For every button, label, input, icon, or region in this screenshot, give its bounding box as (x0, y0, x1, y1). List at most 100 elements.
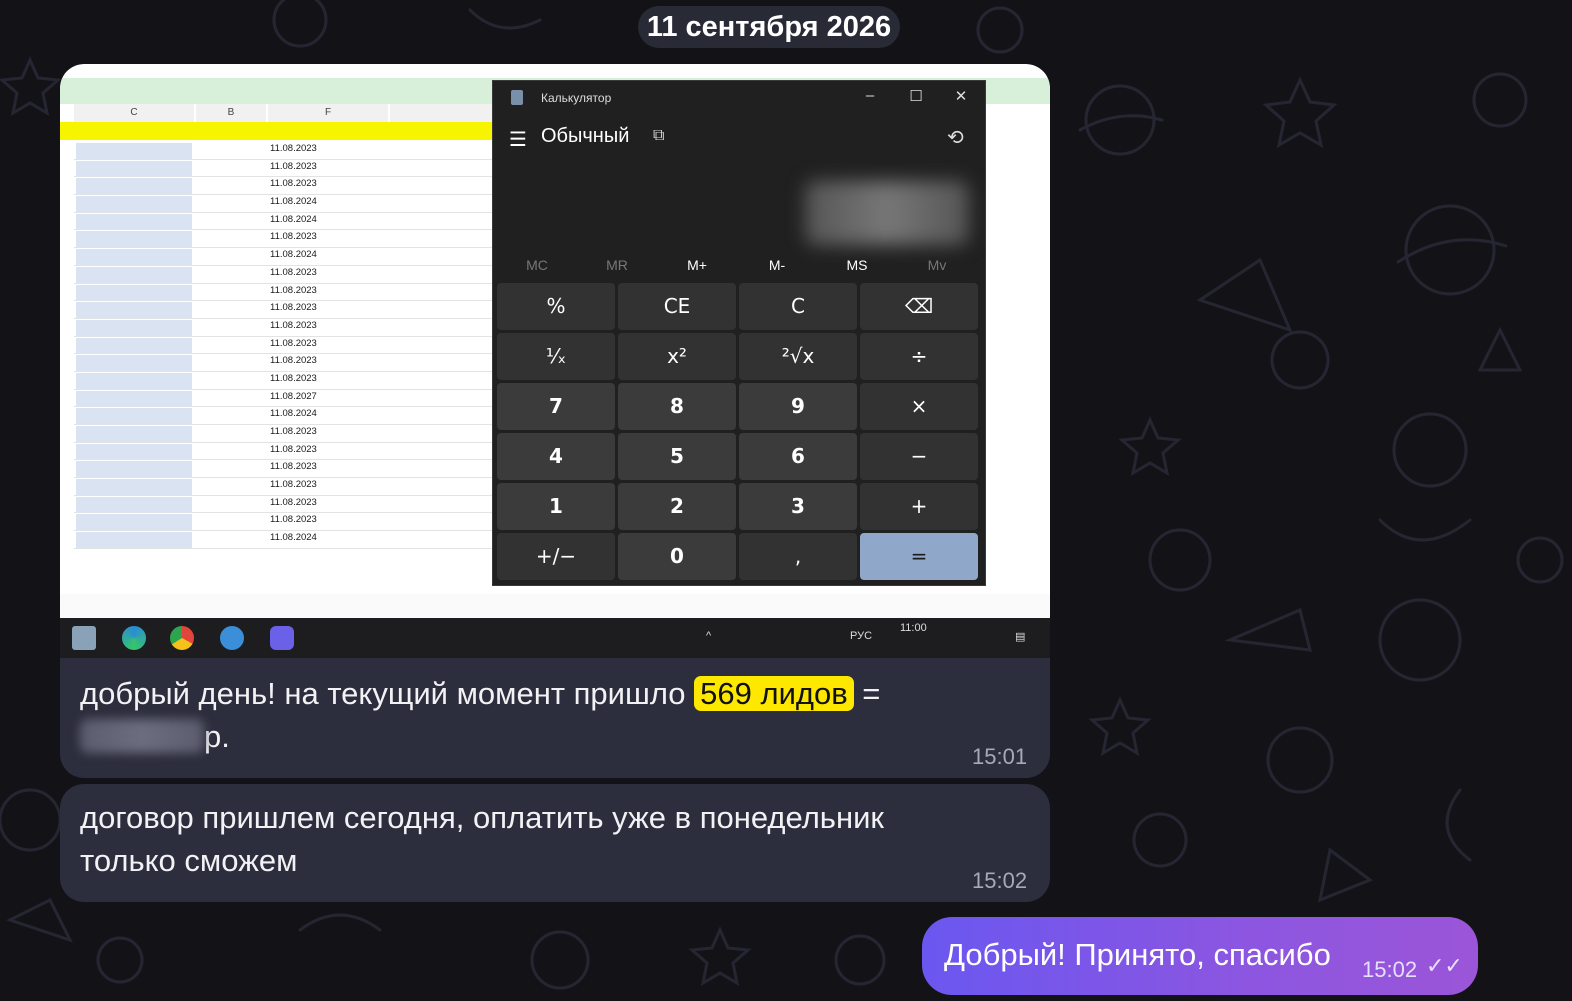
date-cell: 11.08.2023 (270, 443, 317, 455)
menu-icon[interactable]: ☰ (509, 127, 527, 152)
calculator-key[interactable]: 9 (739, 383, 857, 430)
minimize-icon[interactable]: – (855, 87, 885, 104)
calculator-key[interactable]: ⌫ (860, 283, 978, 330)
spreadsheet-row: 11.08.2023 (74, 266, 494, 284)
date-cell: 11.08.2023 (270, 284, 317, 296)
calculator-key[interactable]: 3 (739, 483, 857, 530)
window-title: Калькулятор (541, 91, 612, 105)
maximize-icon[interactable]: ☐ (901, 87, 931, 105)
column-header: B (196, 104, 266, 123)
cell-highlight (76, 143, 192, 159)
spreadsheet-row: 11.08.2023 (74, 301, 494, 319)
edge-browser-icon[interactable] (122, 626, 146, 650)
calculator-key[interactable]: 7 (497, 383, 615, 430)
highlighted-leads-count: 569 лидов (694, 676, 854, 711)
calculator-key[interactable]: 6 (739, 433, 857, 480)
message-text: договор пришлем сегодня, оплатить уже в … (80, 796, 884, 882)
cell-highlight (76, 461, 192, 478)
file-explorer-icon[interactable] (72, 626, 96, 650)
cell-highlight (76, 178, 192, 195)
date-cell: 11.08.2023 (270, 231, 317, 243)
calculator-key[interactable]: 0 (618, 533, 736, 580)
language-indicator[interactable]: РУС (850, 630, 872, 642)
cell-highlight (76, 514, 192, 531)
message-line: договор пришлем сегодня, оплатить уже в … (80, 800, 884, 835)
cell-highlight (76, 443, 192, 460)
calculator-key[interactable]: 2 (618, 483, 736, 530)
calculator-key[interactable]: = (860, 533, 978, 580)
double-check-icon: ✓✓ (1426, 953, 1463, 978)
date-cell: 11.08.2023 (270, 337, 317, 349)
calculator-key[interactable]: , (739, 533, 857, 580)
memory-button[interactable]: Mv (897, 257, 977, 273)
cell-highlight (76, 266, 192, 283)
currency-label: р. (204, 719, 230, 754)
blurred-amount (80, 719, 204, 753)
date-cell: 11.08.2023 (270, 372, 317, 384)
calculator-key[interactable]: C (739, 283, 857, 330)
calculator-key[interactable]: ÷ (860, 333, 978, 380)
column-header: C (74, 104, 194, 123)
date-cell: 11.08.2023 (270, 178, 317, 190)
cell-highlight (76, 355, 192, 371)
spreadsheet-row: 11.08.2023 (74, 337, 494, 355)
spreadsheet-row: 11.08.2023 (74, 513, 494, 532)
cell-highlight (76, 532, 192, 548)
spreadsheet-row: 11.08.2023 (74, 177, 494, 196)
memory-button[interactable]: MC (497, 257, 577, 273)
cell-highlight (76, 496, 192, 513)
taskbar-clock[interactable]: 11:00 (900, 622, 927, 634)
cell-highlight (76, 319, 192, 336)
message-text-part: = (853, 676, 881, 711)
chat-app-icon[interactable] (270, 626, 294, 650)
spreadsheet-status-bar (60, 594, 1050, 618)
attached-screenshot[interactable]: C B F 11.08.2023 11.08.2023 11.08.2023 11.0… (60, 64, 1050, 658)
calculator-key[interactable]: ²√x (739, 333, 857, 380)
calculator-key[interactable]: % (497, 283, 615, 330)
date-cell: 11.08.2027 (270, 390, 317, 402)
calculator-key[interactable]: + (860, 483, 978, 530)
calculator-key[interactable]: x² (618, 333, 736, 380)
chrome-browser-icon[interactable] (170, 626, 194, 650)
date-separator: 11 сентября 2026 (638, 6, 900, 48)
cell-highlight (76, 302, 192, 318)
spreadsheet-row: 11.08.2023 (74, 496, 494, 514)
date-cell: 11.08.2023 (270, 426, 317, 437)
spreadsheet-row: 11.08.2023 (74, 230, 494, 249)
spreadsheet-row: 11.08.2027 (74, 390, 494, 408)
history-icon[interactable]: ⟲ (947, 125, 964, 150)
calculator-key[interactable]: 4 (497, 433, 615, 480)
cell-highlight (76, 160, 192, 177)
cell-highlight (76, 196, 192, 212)
tray-chevron-icon[interactable]: ^ (706, 630, 711, 642)
spreadsheet-row: 11.08.2023 (74, 478, 494, 496)
spreadsheet-row: 11.08.2024 (74, 213, 494, 231)
spreadsheet-row: 11.08.2023 (74, 460, 494, 479)
calculator-key[interactable]: +/− (497, 533, 615, 580)
close-icon[interactable]: ✕ (946, 87, 976, 105)
memory-button[interactable]: MR (577, 257, 657, 273)
date-cell: 11.08.2023 (270, 266, 317, 278)
memory-button[interactable]: M- (737, 257, 817, 273)
calculator-key[interactable]: ¹⁄ₓ (497, 333, 615, 380)
date-cell: 11.08.2024 (270, 213, 317, 225)
incoming-message[interactable]: договор пришлем сегодня, оплатить уже в … (60, 784, 1050, 902)
calculator-key[interactable]: CE (618, 283, 736, 330)
messenger-app-icon[interactable] (220, 626, 244, 650)
calculator-key[interactable]: − (860, 433, 978, 480)
incoming-message-with-image[interactable]: C B F 11.08.2023 11.08.2023 11.08.2023 11.0… (60, 64, 1050, 778)
memory-button[interactable]: M+ (657, 257, 737, 273)
message-time: 15:02 (972, 868, 1028, 893)
spreadsheet-rows: 11.08.2023 11.08.2023 11.08.2023 11.08.2024… (74, 142, 494, 549)
spreadsheet-row: 11.08.2023 (74, 354, 494, 372)
outgoing-message[interactable]: Добрый! Принято, спасибо 15:02 ✓✓ (922, 917, 1478, 995)
keep-on-top-icon[interactable]: ⧉ (653, 127, 664, 145)
calculator-key[interactable]: 5 (618, 433, 736, 480)
calculator-key[interactable]: 8 (618, 383, 736, 430)
calculator-key[interactable]: × (860, 383, 978, 430)
date-cell: 11.08.2023 (270, 496, 317, 508)
date-cell: 11.08.2023 (270, 319, 317, 331)
notifications-icon[interactable]: ▤ (1015, 630, 1025, 643)
memory-button[interactable]: MS (817, 257, 897, 273)
calculator-key[interactable]: 1 (497, 483, 615, 530)
